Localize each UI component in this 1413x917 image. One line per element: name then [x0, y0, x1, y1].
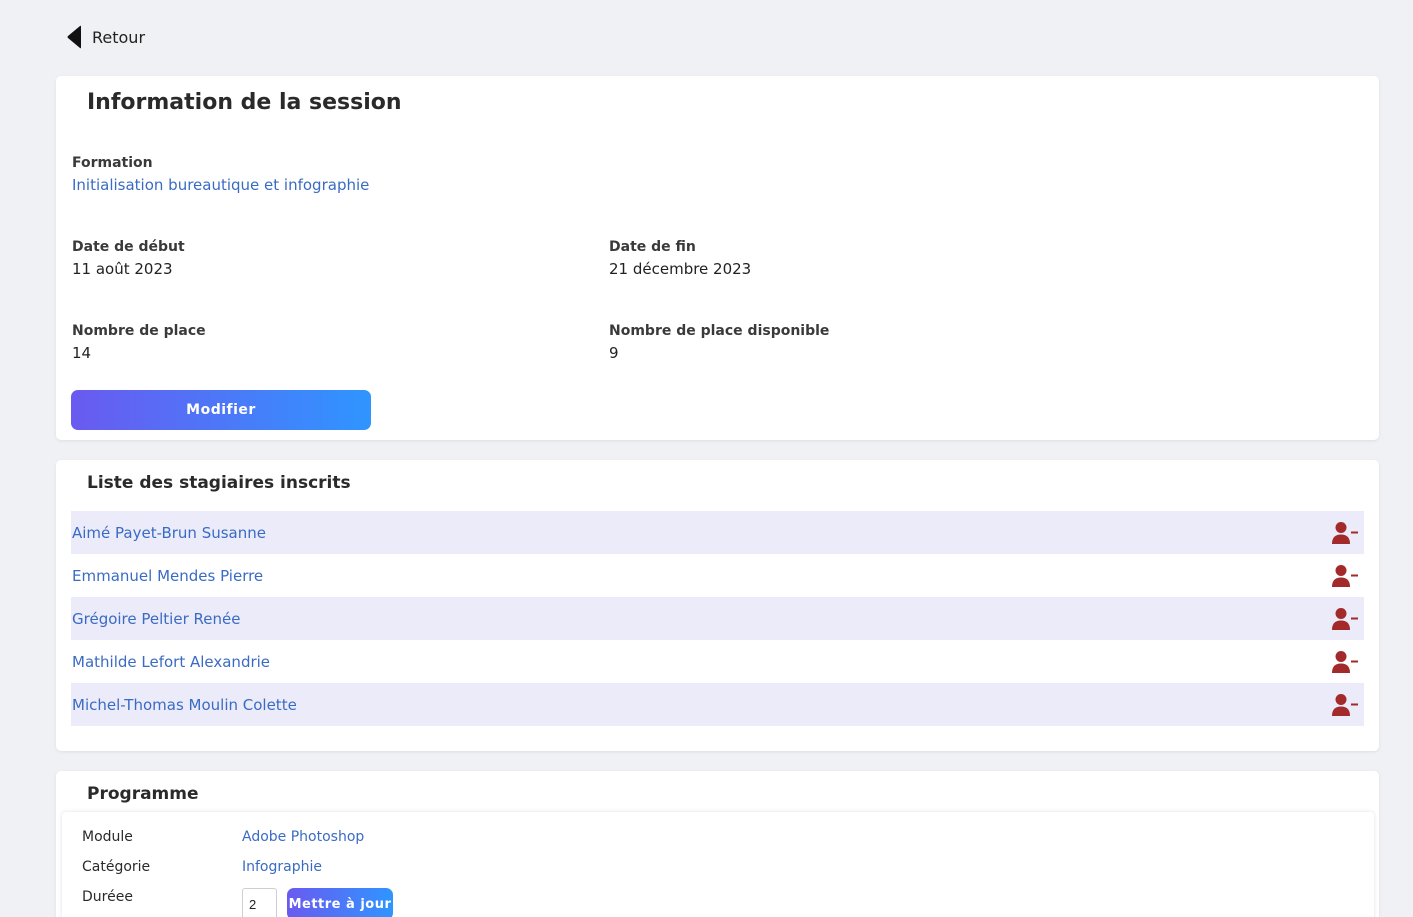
- list-item: Emmanuel Mendes Pierre: [71, 554, 1364, 597]
- user-minus-icon[interactable]: [1332, 693, 1358, 717]
- available-seats-label: Nombre de place disponible: [609, 323, 830, 339]
- trainees-title: Liste des stagiaires inscrits: [87, 473, 351, 493]
- available-seats-field: Nombre de place disponible 9: [609, 323, 829, 362]
- back-button[interactable]: Retour: [66, 24, 145, 50]
- formation-field: Formation Initialisation bureautique et …: [72, 155, 369, 194]
- edit-session-button[interactable]: Modifier: [71, 390, 371, 430]
- user-minus-icon[interactable]: [1332, 521, 1358, 545]
- formation-label: Formation: [72, 155, 153, 171]
- trainee-link[interactable]: Grégoire Peltier Renée: [72, 610, 240, 628]
- available-seats-value: 9: [609, 344, 619, 362]
- module-label: Module: [82, 829, 133, 845]
- session-info-card: Information de la session Formation Init…: [56, 76, 1379, 440]
- trainees-card: Liste des stagiaires inscrits Aimé Payet…: [56, 460, 1379, 751]
- start-date-field: Date de début 11 août 2023: [72, 239, 185, 278]
- trainees-list: Aimé Payet-Brun Susanne Emmanuel Mendes …: [71, 511, 1364, 726]
- user-minus-icon[interactable]: [1332, 564, 1358, 588]
- end-date-label: Date de fin: [609, 239, 696, 255]
- list-item: Michel-Thomas Moulin Colette: [71, 683, 1364, 726]
- category-link[interactable]: Infographie: [242, 859, 322, 875]
- session-title: Information de la session: [87, 90, 402, 115]
- trainee-link[interactable]: Michel-Thomas Moulin Colette: [72, 696, 297, 714]
- list-item: Mathilde Lefort Alexandrie: [71, 640, 1364, 683]
- start-date-label: Date de début: [72, 239, 185, 255]
- seats-field: Nombre de place 14: [72, 323, 206, 362]
- seats-label: Nombre de place: [72, 323, 206, 339]
- start-date-value: 11 août 2023: [72, 260, 173, 278]
- end-date-field: Date de fin 21 décembre 2023: [609, 239, 751, 278]
- caret-left-icon: [67, 25, 81, 49]
- formation-link[interactable]: Initialisation bureautique et infographi…: [72, 176, 369, 194]
- back-label: Retour: [92, 27, 146, 47]
- update-duration-button[interactable]: Mettre à jour: [287, 888, 393, 917]
- program-title: Programme: [87, 784, 199, 804]
- duration-label: Duréee: [82, 889, 133, 905]
- trainee-link[interactable]: Mathilde Lefort Alexandrie: [72, 653, 270, 671]
- duration-input[interactable]: [242, 888, 277, 917]
- category-label: Catégorie: [82, 859, 151, 875]
- user-minus-icon[interactable]: [1332, 650, 1358, 674]
- program-card: Programme Module Adobe Photoshop Catégor…: [56, 771, 1379, 917]
- trainee-link[interactable]: Aimé Payet-Brun Susanne: [72, 524, 266, 542]
- seats-value: 14: [72, 344, 92, 362]
- user-minus-icon[interactable]: [1332, 607, 1358, 631]
- module-link[interactable]: Adobe Photoshop: [242, 829, 364, 845]
- end-date-value: 21 décembre 2023: [609, 260, 752, 278]
- program-details: Module Adobe Photoshop Catégorie Infogra…: [62, 812, 1374, 917]
- trainee-link[interactable]: Emmanuel Mendes Pierre: [72, 567, 263, 585]
- list-item: Aimé Payet-Brun Susanne: [71, 511, 1364, 554]
- list-item: Grégoire Peltier Renée: [71, 597, 1364, 640]
